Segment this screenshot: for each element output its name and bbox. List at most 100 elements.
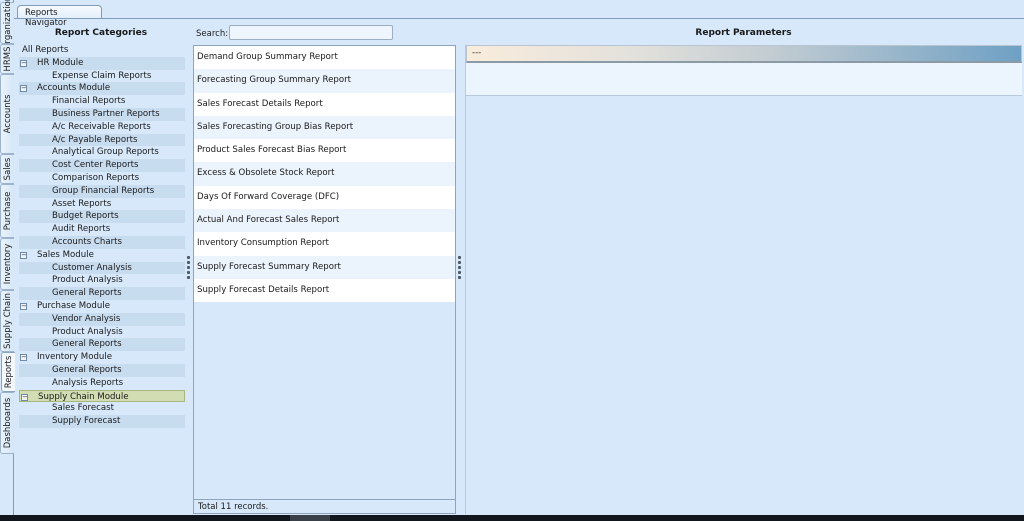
search-input[interactable]: [229, 25, 393, 40]
tree-module-item[interactable]: − Supply Chain Module: [19, 389, 185, 403]
tree-leaf-item[interactable]: Accounts Charts: [19, 235, 185, 249]
tree-module-item[interactable]: − Accounts Module: [19, 82, 185, 96]
side-tab-sales[interactable]: Sales: [0, 154, 14, 184]
tab-divider: [14, 18, 1024, 19]
tree-item-label: Analysis Reports: [52, 377, 124, 388]
tree-leaf-item[interactable]: General Reports: [19, 287, 185, 300]
collapse-icon[interactable]: −: [20, 251, 27, 259]
report-list-item[interactable]: Actual And Forecast Sales Report: [194, 209, 455, 233]
tree-item-label: Inventory Module: [37, 352, 113, 363]
collapse-icon[interactable]: −: [21, 393, 28, 401]
record-count: Total 11 records.: [194, 499, 455, 513]
tree-leaf-item[interactable]: Expense Claim Reports: [19, 70, 185, 83]
tree-leaf-item[interactable]: Business Partner Reports: [19, 107, 185, 121]
tree-leaf-item[interactable]: Financial Reports: [19, 95, 185, 108]
side-tab-label: Purchase: [2, 191, 13, 231]
tree-leaf-item[interactable]: General Reports: [19, 338, 185, 352]
side-tab-dashboards[interactable]: Dashboards: [0, 392, 14, 454]
tree-item-label: Asset Reports: [52, 198, 112, 209]
tree-leaf-item[interactable]: Customer Analysis: [19, 261, 185, 275]
tree-item-label: Vendor Analysis: [52, 313, 121, 324]
report-list-item[interactable]: Excess & Obsolete Stock Report: [194, 162, 455, 186]
report-list-item[interactable]: Sales Forecasting Group Bias Report: [194, 115, 455, 140]
tab-reports-navigator[interactable]: Reports Navigator: [17, 5, 102, 28]
side-tab-accounts[interactable]: Accounts: [0, 74, 14, 154]
tree-item-label: Purchase Module: [37, 300, 111, 311]
tree-leaf-item[interactable]: A/c Payable Reports: [19, 133, 185, 147]
tree-item-label: HR Module: [37, 57, 84, 68]
tree-leaf-item[interactable]: Asset Reports: [19, 198, 185, 211]
side-tab-purchase[interactable]: Purchase: [0, 184, 14, 238]
tree-leaf-item[interactable]: Comparison Reports: [19, 172, 185, 185]
tree-item-label: A/c Payable Reports: [52, 134, 138, 145]
tree-item-label: Accounts Module: [37, 83, 111, 94]
tree-leaf-item[interactable]: Cost Center Reports: [19, 159, 185, 172]
collapse-icon[interactable]: −: [20, 59, 27, 67]
report-parameters-title: Report Parameters: [695, 28, 792, 38]
tree-leaf-item[interactable]: Vendor Analysis: [19, 312, 185, 326]
collapse-icon[interactable]: −: [20, 354, 27, 362]
tree-leaf-item[interactable]: Analytical Group Reports: [19, 146, 185, 159]
parameters-body: [466, 63, 1022, 96]
side-tab-hrms[interactable]: HRMS: [0, 44, 14, 74]
taskbar-button[interactable]: [290, 515, 330, 521]
right-splitter-handle[interactable]: [458, 256, 461, 279]
tree-module-item[interactable]: − Purchase Module: [19, 300, 185, 313]
side-tab-inventory[interactable]: Inventory: [0, 238, 14, 290]
tree-item-label: Budget Reports: [52, 211, 119, 222]
tree-module-item[interactable]: − HR Module: [19, 56, 185, 70]
side-tab-label: Accounts: [2, 94, 13, 134]
report-list-item[interactable]: Sales Forecast Details Report: [194, 92, 455, 116]
side-tab-supply-chain[interactable]: Supply Chain: [0, 290, 14, 352]
search-label: Search:: [196, 29, 229, 39]
tree-item-label: General Reports: [52, 339, 122, 350]
report-list-item[interactable]: Forecasting Group Summary Report: [194, 69, 455, 93]
side-tab-reports[interactable]: Reports: [1, 352, 15, 392]
tree-module-item[interactable]: − Inventory Module: [19, 351, 185, 364]
tree-leaf-item[interactable]: Supply Forecast: [19, 415, 185, 428]
module-tab-strip: Organization HRMS Accounts Sales Purchase Inv…: [0, 0, 15, 515]
tree-item-label: Product Analysis: [52, 275, 123, 286]
tree-item-label: All Reports: [22, 45, 69, 55]
tree-leaf-item[interactable]: Group Financial Reports: [19, 184, 185, 198]
tree-leaf-item[interactable]: Product Analysis: [19, 274, 185, 287]
report-list: Demand Group Summary Report Forecasting G…: [193, 45, 456, 514]
tree-item-all-reports[interactable]: All Reports: [19, 44, 185, 57]
left-splitter-handle[interactable]: [187, 256, 190, 279]
tree-item-label: Comparison Reports: [52, 172, 140, 183]
collapse-icon[interactable]: −: [20, 85, 27, 93]
report-list-item[interactable]: Supply Forecast Summary Report: [194, 255, 455, 279]
tree-module-item[interactable]: − Sales Module: [19, 249, 185, 262]
tree-leaf-item[interactable]: Product Analysis: [19, 326, 185, 339]
tree-leaf-item[interactable]: A/c Receivable Reports: [19, 121, 185, 134]
side-tab-label: Supply Chain: [2, 293, 13, 349]
tree-item-label: Audit Reports: [52, 224, 111, 235]
tree-item-label: Sales Forecast: [52, 403, 114, 414]
tree-item-label: General Reports: [52, 288, 122, 299]
tree-leaf-item[interactable]: Budget Reports: [19, 210, 185, 224]
tree-item-label: Analytical Group Reports: [52, 147, 159, 158]
side-tab-organization[interactable]: Organization: [0, 0, 14, 50]
report-list-item[interactable]: Days Of Forward Coverage (DFC): [194, 185, 455, 210]
report-list-item[interactable]: Inventory Consumption Report: [194, 232, 455, 256]
tree-item-label: Customer Analysis: [52, 262, 132, 273]
tree-item-label: Cost Center Reports: [52, 160, 139, 171]
tree-item-label: Expense Claim Reports: [52, 70, 152, 81]
collapse-icon[interactable]: −: [20, 302, 27, 310]
parameters-header: ---: [466, 45, 1022, 63]
tree-item-label: Product Analysis: [52, 326, 123, 337]
report-list-item[interactable]: Product Sales Forecast Bias Report: [194, 139, 455, 163]
side-tab-label: HRMS: [2, 46, 13, 72]
tree-item-label: Business Partner Reports: [52, 108, 160, 119]
report-parameters-panel: ---: [465, 45, 1022, 514]
side-tab-label: Reports: [3, 355, 14, 389]
tree-item-label: Supply Forecast: [52, 416, 121, 427]
tree-leaf-item[interactable]: Audit Reports: [19, 223, 185, 236]
report-list-item[interactable]: Supply Forecast Details Report: [194, 278, 455, 303]
side-tab-label: Inventory: [2, 243, 13, 285]
report-list-item[interactable]: Demand Group Summary Report: [194, 46, 455, 70]
tree-item-label: A/c Receivable Reports: [52, 121, 151, 132]
tree-leaf-item[interactable]: General Reports: [19, 363, 185, 377]
tree-leaf-item[interactable]: Analysis Reports: [19, 377, 185, 390]
tree-leaf-item[interactable]: Sales Forecast: [19, 402, 185, 415]
